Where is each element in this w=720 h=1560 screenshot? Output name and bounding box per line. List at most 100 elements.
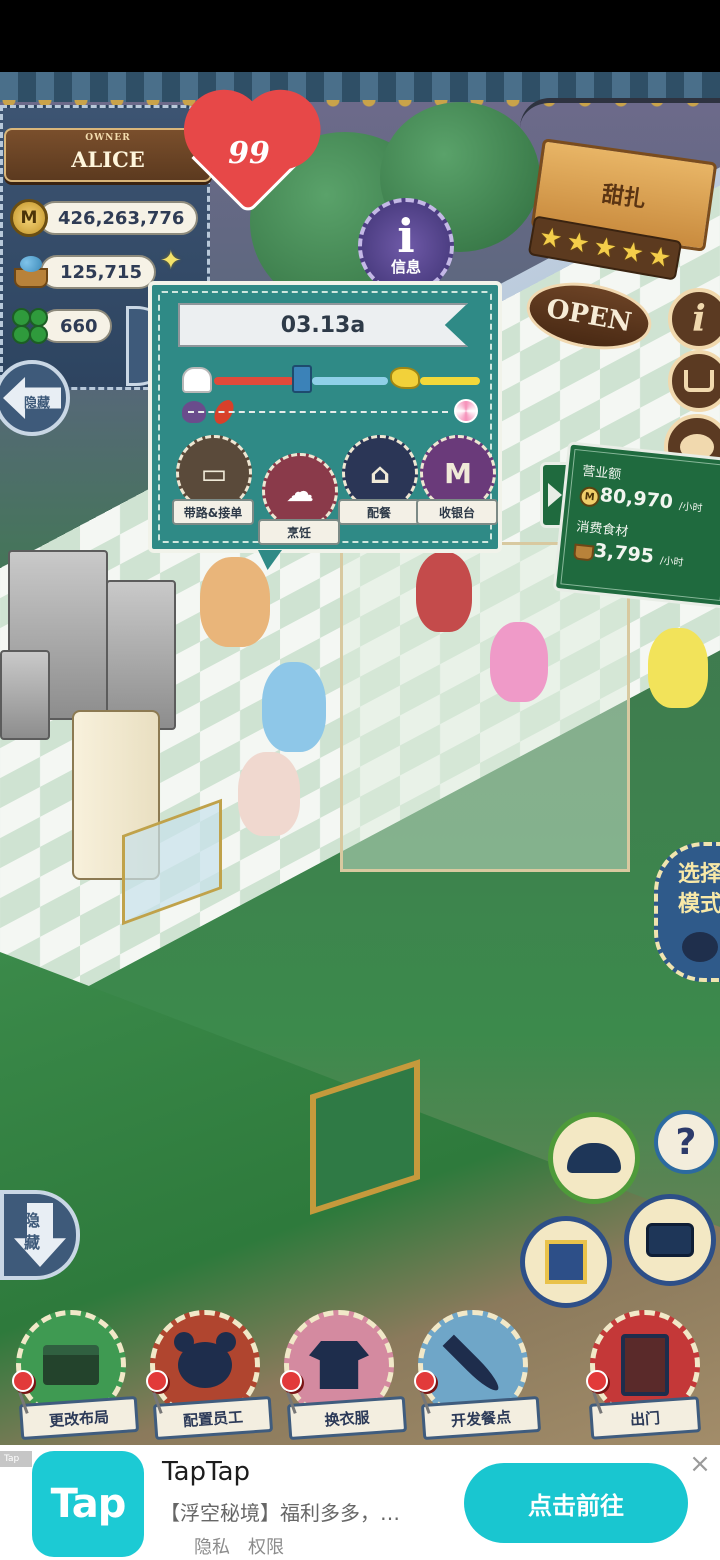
info-icon: i: [397, 208, 415, 263]
ad-description[interactable]: 【浮空秘境】福利多多，…: [160, 1497, 450, 1526]
owner-name: ALICE: [71, 147, 145, 172]
ad-links: 隐私 权限: [194, 1533, 284, 1559]
revenue-value-row: 80,970 /小时: [599, 484, 704, 517]
heart-count: 99: [228, 136, 270, 171]
pin-icon: [146, 1370, 168, 1392]
owner-label: OWNER: [85, 133, 131, 143]
change-layout-button[interactable]: 更改布局: [6, 1300, 140, 1441]
food-basket-icon: [572, 543, 595, 562]
ad-tag: Tap: [0, 1451, 32, 1467]
table-icon: [43, 1345, 99, 1385]
album-button[interactable]: [520, 1216, 612, 1308]
coin-balance-value: 426,263,776: [38, 201, 199, 235]
status-bar: [0, 0, 720, 72]
pin-icon: [280, 1370, 302, 1392]
pin-icon: [414, 1370, 436, 1392]
revenue-unit: /小时: [678, 501, 703, 515]
coin-icon: M: [578, 485, 601, 508]
info-button-label: 信息: [390, 257, 421, 276]
select-mode-label: 选择 模式: [670, 860, 720, 920]
help-button[interactable]: ?: [654, 1110, 718, 1174]
skill-bar-red: [214, 377, 294, 385]
info-button[interactable]: i 信息: [358, 198, 454, 294]
staff-name[interactable]: 03.13a: [178, 303, 468, 347]
bear-staff-chef[interactable]: [262, 662, 326, 752]
clover-icon: [10, 306, 50, 346]
revenue-title: 营业额: [581, 463, 622, 483]
food-balance: 125,715: [10, 252, 156, 292]
revenue-panel: 营业额 M 80,970 /小时 消费食材 3,795 /小时: [552, 441, 720, 609]
candy-icon: [454, 399, 478, 423]
job-cooking-label: 烹饪: [258, 519, 340, 545]
bear-customer-yellow[interactable]: [648, 628, 708, 708]
change-layout-label: 更改布局: [18, 1395, 140, 1441]
star-icon: ★: [645, 240, 674, 275]
pin-icon: [586, 1370, 608, 1392]
privacy-link[interactable]: 隐私: [194, 1533, 230, 1559]
ad-cta-button[interactable]: 点击前往: [464, 1463, 688, 1543]
shirt-icon: [309, 1341, 369, 1389]
job-cashier-label: 收银台: [416, 499, 498, 525]
develop-dish-label: 开发餐点: [420, 1395, 542, 1441]
sign-bracket: [520, 98, 720, 142]
close-icon[interactable]: ×: [688, 1451, 712, 1477]
bear-staff-orange[interactable]: [200, 557, 270, 647]
owner-nameplate[interactable]: OWNER ALICE: [4, 128, 212, 182]
select-mode-line2: 模式: [677, 892, 720, 917]
develop-dish-button[interactable]: 开发餐点: [408, 1300, 542, 1441]
change-clothes-button[interactable]: 换衣服: [274, 1300, 408, 1441]
bear-icon: [174, 1332, 236, 1388]
camera-icon: [646, 1223, 694, 1257]
arrow-right-icon: [548, 483, 562, 507]
job-guide-order[interactable]: ▭ 带路&接单: [172, 435, 254, 543]
bear-icon: [682, 932, 718, 962]
hat-button[interactable]: [548, 1112, 640, 1204]
coin-balance: M 426,263,776: [10, 198, 199, 238]
knife-icon: [442, 1334, 504, 1396]
book-icon: [684, 370, 714, 392]
star-icon: ★: [536, 221, 565, 256]
job-cashier[interactable]: M 收银台: [416, 435, 498, 543]
camera-button[interactable]: [624, 1194, 716, 1286]
staff-popup: 03.13a ▭ 带路&接单 ☁ 烹饪 ⌂ 配餐 M 收银台: [148, 281, 502, 553]
info-icon: i: [692, 298, 706, 340]
chef-hat-icon: [182, 367, 212, 393]
ingredients-unit: /小时: [659, 555, 684, 569]
job-guide-order-label: 带路&接单: [172, 499, 254, 525]
help-icon: ?: [675, 1121, 697, 1163]
heart-counter[interactable]: 99: [191, 101, 305, 215]
clover-balance-value: 660: [40, 309, 112, 343]
food-balance-value: 125,715: [40, 255, 156, 289]
change-clothes-label: 换衣服: [286, 1395, 408, 1441]
go-out-button[interactable]: 出门: [580, 1300, 710, 1440]
microwave[interactable]: [0, 650, 50, 740]
stove[interactable]: [106, 580, 176, 730]
job-cooking[interactable]: ☁ 烹饪: [258, 435, 340, 545]
taptap-logo[interactable]: Tap: [32, 1451, 144, 1557]
permissions-link[interactable]: 权限: [248, 1533, 284, 1559]
door-icon: [621, 1334, 669, 1396]
skill-bar-blue: [312, 377, 388, 385]
hat-icon: [567, 1143, 621, 1173]
pin-icon: [12, 1370, 34, 1392]
photo-album-icon: [545, 1240, 587, 1284]
ingredients-title: 消费食材: [575, 519, 629, 540]
bear-customer-pink[interactable]: [490, 622, 548, 702]
food-basket-icon: [10, 254, 50, 290]
job-serving[interactable]: ⌂ 配餐: [338, 435, 420, 543]
ad-title[interactable]: TapTap: [162, 1457, 250, 1487]
bear-customer-red[interactable]: [416, 552, 472, 632]
hide-panel-label: 隐藏: [24, 396, 51, 411]
job-serving-label: 配餐: [338, 499, 420, 525]
preference-track: [188, 411, 448, 413]
coin-icon: M: [10, 199, 48, 237]
serving-hand-icon: [390, 367, 420, 389]
star-icon: ★: [618, 235, 647, 270]
assign-staff-label: 配置员工: [152, 1395, 274, 1441]
skill-bar-yellow: [420, 377, 480, 385]
select-mode-button[interactable]: 选择 模式: [654, 842, 720, 982]
bear-staff-pink[interactable]: [238, 752, 300, 836]
go-out-label: 出门: [588, 1396, 702, 1440]
assign-staff-button[interactable]: 配置员工: [140, 1300, 274, 1441]
ad-banner[interactable]: Tap Tap TapTap 【浮空秘境】福利多多，… 隐私 权限 点击前往 ×: [0, 1445, 720, 1560]
